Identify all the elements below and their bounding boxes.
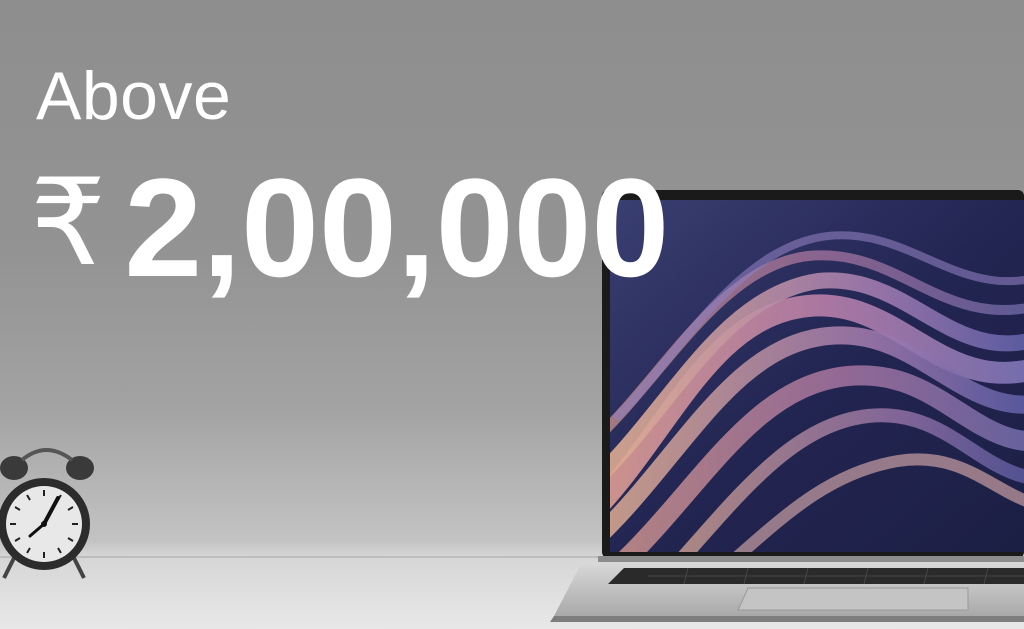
headline-above: Above (36, 58, 232, 134)
price-amount: 2,00,000 (124, 149, 670, 306)
rupee-icon: ₹ (30, 154, 107, 293)
alarm-clock-image (0, 448, 94, 579)
price-threshold: ₹ 2,00,000 (30, 158, 669, 298)
promo-banner[interactable]: Above ₹ 2,00,000 (0, 0, 1024, 629)
